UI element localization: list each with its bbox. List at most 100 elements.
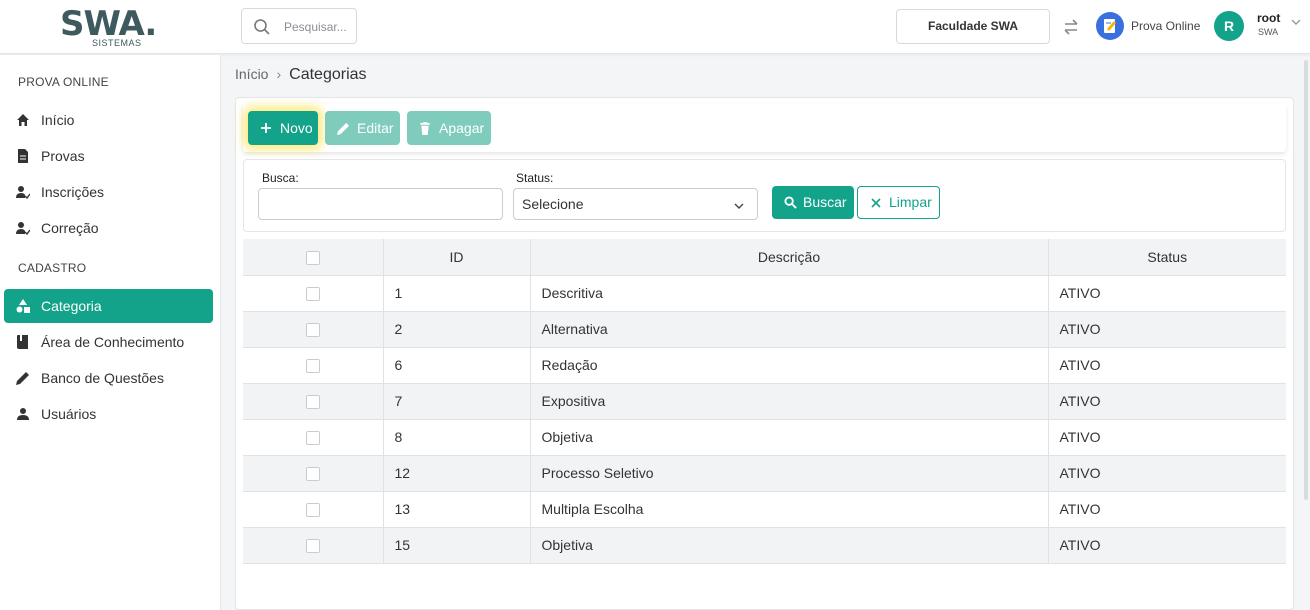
sidebar-item-label: Correção xyxy=(41,220,99,236)
cell-descricao: Processo Seletivo xyxy=(530,455,1049,492)
close-icon xyxy=(871,198,881,208)
row-select-cell xyxy=(243,419,384,456)
sidebar-item-area-conhecimento[interactable]: Área de Conhecimento xyxy=(4,325,213,359)
sidebar-section-title: CADASTRO xyxy=(18,261,87,275)
cell-status: ATIVO xyxy=(1048,455,1286,492)
cell-status: ATIVO xyxy=(1048,347,1286,384)
search-button-label: Buscar xyxy=(803,194,847,210)
cell-id: 1 xyxy=(383,275,531,312)
table-row[interactable]: 1 Descritiva ATIVO xyxy=(243,275,1286,312)
sidebar-item-usuarios[interactable]: Usuários xyxy=(4,397,213,431)
cell-status: ATIVO xyxy=(1048,491,1286,528)
cell-descricao: Redação xyxy=(530,347,1049,384)
search-icon xyxy=(784,196,797,209)
row-checkbox[interactable] xyxy=(305,359,320,374)
select-all-checkbox[interactable] xyxy=(305,250,320,265)
logo-subtitle: SISTEMAS xyxy=(92,38,142,48)
swap-icon[interactable] xyxy=(1062,17,1080,37)
status-select[interactable]: Selecione xyxy=(513,188,758,220)
sidebar-item-inscricoes[interactable]: Inscrições xyxy=(4,175,213,209)
search-icon xyxy=(254,19,270,35)
cell-descricao: Alternativa xyxy=(530,311,1049,348)
company-selector[interactable]: Faculdade SWA xyxy=(896,9,1050,44)
sidebar-item-correcao[interactable]: Correção xyxy=(4,211,213,245)
search-field[interactable] xyxy=(258,188,503,220)
column-header-status[interactable]: Status xyxy=(1048,239,1286,276)
edit-button[interactable]: Editar xyxy=(325,111,400,145)
breadcrumb: Início › Categorias xyxy=(235,66,367,84)
cell-id: 7 xyxy=(383,383,531,420)
column-header-id[interactable]: ID xyxy=(383,239,531,276)
status-select-value: Selecione xyxy=(522,196,584,212)
scrollbar[interactable] xyxy=(1304,60,1308,500)
cell-status: ATIVO xyxy=(1048,383,1286,420)
row-checkbox[interactable] xyxy=(305,395,320,410)
cell-status: ATIVO xyxy=(1048,311,1286,348)
cell-status: ATIVO xyxy=(1048,419,1286,456)
row-select-cell xyxy=(243,347,384,384)
sidebar-item-label: Categoria xyxy=(41,298,102,314)
new-button-label: Novo xyxy=(280,120,313,136)
delete-button[interactable]: Apagar xyxy=(407,111,491,145)
sidebar-item-label: Provas xyxy=(41,148,85,164)
cell-descricao: Expositiva xyxy=(530,383,1049,420)
document-icon xyxy=(18,149,28,163)
sidebar-item-inicio[interactable]: Início xyxy=(4,103,213,137)
logo[interactable]: SWA. SISTEMAS xyxy=(60,6,160,50)
sidebar-item-label: Usuários xyxy=(41,406,97,422)
clear-button[interactable]: Limpar xyxy=(857,186,940,219)
status-field-label: Status: xyxy=(516,171,554,185)
avatar[interactable]: R xyxy=(1214,11,1244,41)
row-select-cell xyxy=(243,311,384,348)
sidebar-item-provas[interactable]: Provas xyxy=(4,139,213,173)
table-row[interactable]: 13 Multipla Escolha ATIVO xyxy=(243,491,1286,528)
new-button[interactable]: Novo xyxy=(248,111,318,145)
row-checkbox[interactable] xyxy=(305,287,320,302)
table-row[interactable]: 12 Processo Seletivo ATIVO xyxy=(243,455,1286,492)
app-label[interactable]: Prova Online xyxy=(1131,19,1200,33)
table-row[interactable]: 7 Expositiva ATIVO xyxy=(243,383,1286,420)
row-checkbox[interactable] xyxy=(305,323,320,338)
breadcrumb-home[interactable]: Início xyxy=(235,66,268,82)
user-icon xyxy=(17,408,29,420)
row-checkbox[interactable] xyxy=(305,503,320,518)
row-checkbox[interactable] xyxy=(305,467,320,482)
trash-icon xyxy=(420,122,430,135)
table-row[interactable]: 8 Objetiva ATIVO xyxy=(243,419,1286,456)
search-input[interactable]: Pesquisar... xyxy=(241,8,357,44)
user-check-icon xyxy=(16,186,30,199)
row-checkbox[interactable] xyxy=(305,431,320,446)
row-select-cell xyxy=(243,383,384,420)
edit-button-label: Editar xyxy=(357,120,394,136)
sidebar-item-label: Início xyxy=(41,112,75,128)
column-header-descricao[interactable]: Descrição xyxy=(530,239,1049,276)
shapes-icon xyxy=(16,299,30,313)
sidebar-item-label: Área de Conhecimento xyxy=(41,334,185,350)
pencil-icon xyxy=(337,122,350,135)
cell-status: ATIVO xyxy=(1048,275,1286,312)
row-select-cell xyxy=(243,275,384,312)
cell-id: 6 xyxy=(383,347,531,384)
sidebar-item-banco-questoes[interactable]: Banco de Questões xyxy=(4,361,213,395)
cell-id: 13 xyxy=(383,491,531,528)
cell-descricao: Descritiva xyxy=(530,275,1049,312)
book-icon xyxy=(17,335,28,349)
user-org: SWA xyxy=(1258,27,1279,37)
cell-descricao: Objetiva xyxy=(530,419,1049,456)
cell-descricao: Multipla Escolha xyxy=(530,491,1049,528)
sidebar-item-categoria[interactable]: Categoria xyxy=(4,289,213,323)
table-row[interactable]: 6 Redação ATIVO xyxy=(243,347,1286,384)
table-row[interactable]: 2 Alternativa ATIVO xyxy=(243,311,1286,348)
user-check-icon xyxy=(16,222,30,235)
prova-online-app-icon[interactable] xyxy=(1096,12,1124,40)
cell-id: 15 xyxy=(383,527,531,564)
chevron-down-icon[interactable] xyxy=(1290,16,1302,28)
categories-table: ID Descrição Status 1 Descritiva ATIVO 2 Alt… xyxy=(243,239,1286,564)
table-row[interactable]: 15 Objetiva ATIVO xyxy=(243,527,1286,564)
search-button[interactable]: Buscar xyxy=(772,186,854,219)
select-all-cell xyxy=(243,239,384,276)
row-checkbox[interactable] xyxy=(305,539,320,554)
search-placeholder: Pesquisar... xyxy=(284,20,347,34)
user-name[interactable]: root xyxy=(1257,11,1280,25)
delete-button-label: Apagar xyxy=(439,120,485,136)
